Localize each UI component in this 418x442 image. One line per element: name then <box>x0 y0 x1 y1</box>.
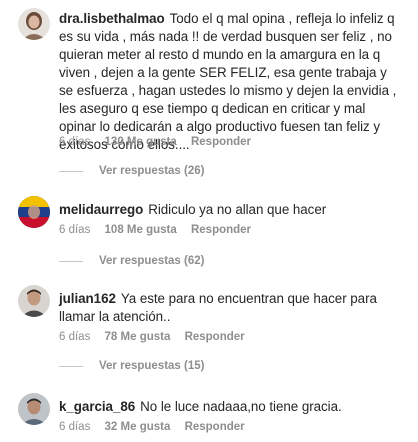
reply-button[interactable]: Responder <box>185 331 245 343</box>
comment-username[interactable]: melidaurrego <box>59 202 143 217</box>
reply-button[interactable]: Responder <box>191 136 251 148</box>
avatar[interactable] <box>18 196 50 228</box>
comment-username[interactable]: julian162 <box>59 291 116 306</box>
comment-likes[interactable]: 32 Me gusta <box>105 421 171 433</box>
comment-body: k_garcia_86 No le luce nadaaa,no tiene gr… <box>59 398 404 416</box>
comment-username[interactable]: k_garcia_86 <box>59 399 135 414</box>
comment-text: Todo el q mal opina , refleja lo infeliz… <box>59 11 397 152</box>
view-replies-label: Ver respuestas (15) <box>99 360 205 372</box>
replies-divider <box>59 260 83 262</box>
comment-likes[interactable]: 130 Me gusta <box>105 136 177 148</box>
comment-body: melidaurrego Ridiculo ya no allan que hac… <box>59 201 404 219</box>
comment-time[interactable]: 6 días <box>59 421 90 433</box>
comment-time[interactable]: 6 días <box>59 224 90 236</box>
comment-meta: 6 días 108 Me gusta Responder <box>59 224 262 236</box>
comment-likes[interactable]: 108 Me gusta <box>105 224 177 236</box>
avatar[interactable] <box>18 8 50 40</box>
comment-username[interactable]: dra.lisbethalmao <box>59 11 165 26</box>
comment-meta: 6 días 78 Me gusta Responder <box>59 331 256 343</box>
avatar[interactable] <box>18 393 50 425</box>
reply-button[interactable]: Responder <box>185 421 245 433</box>
comment-meta: 6 días 130 Me gusta Responder <box>59 136 262 148</box>
view-replies-button[interactable]: Ver respuestas (15) <box>59 360 204 372</box>
comment-likes[interactable]: 78 Me gusta <box>105 331 171 343</box>
reply-button[interactable]: Responder <box>191 224 251 236</box>
comment-body: julian162 Ya este para no encuentran que … <box>59 290 404 326</box>
view-replies-button[interactable]: Ver respuestas (62) <box>59 255 204 267</box>
view-replies-label: Ver respuestas (62) <box>99 255 205 267</box>
replies-divider <box>59 365 83 367</box>
comment-text: No le luce nadaaa,no tiene gracia. <box>140 399 342 414</box>
avatar[interactable] <box>18 285 50 317</box>
comment-text: Ridiculo ya no allan que hacer <box>148 202 327 217</box>
view-replies-button[interactable]: Ver respuestas (26) <box>59 165 204 177</box>
comment-meta: 6 días 32 Me gusta Responder <box>59 421 256 433</box>
comment-time[interactable]: 6 días <box>59 331 90 343</box>
comment-time[interactable]: 6 días <box>59 136 90 148</box>
replies-divider <box>59 170 83 172</box>
view-replies-label: Ver respuestas (26) <box>99 165 205 177</box>
comment-body: dra.lisbethalmao Todo el q mal opina , re… <box>59 10 404 154</box>
